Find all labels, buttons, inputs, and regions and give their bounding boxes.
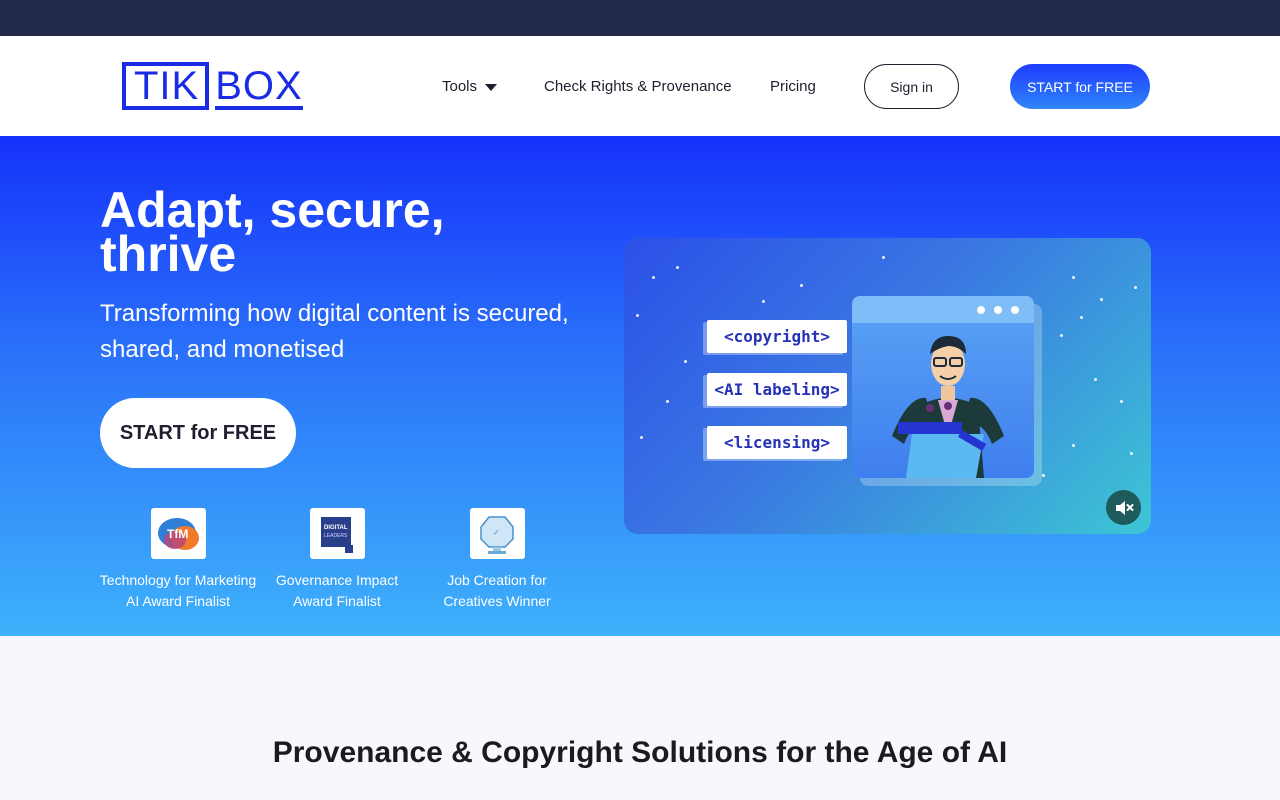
caret-down-icon — [485, 83, 498, 91]
tag-ai-labeling: <AI labeling> — [707, 373, 847, 406]
nav-start-free-button[interactable]: START for FREE — [1010, 64, 1150, 109]
logo-box: TIK — [122, 62, 210, 110]
promo-video[interactable]: <copyright> <AI labeling> <licensing> — [624, 238, 1151, 534]
mute-icon — [1115, 500, 1133, 515]
award-label: Job Creation for Creatives Winner — [443, 572, 551, 609]
sign-in-button[interactable]: Sign in — [864, 64, 959, 109]
nav-tools-label: Tools — [442, 77, 478, 95]
award-digital-leaders: DIGITAL LEADERS Governance Impact Award … — [257, 508, 417, 612]
logo-text-right: BOX — [215, 64, 303, 110]
tag-licensing: <licensing> — [707, 426, 847, 459]
trophy-icon: ✓ — [469, 508, 525, 559]
mute-button[interactable] — [1106, 490, 1141, 525]
award-tfm: TfM Technology for Marketing AI Award Fi… — [98, 508, 258, 612]
hero-title: Adapt, secure, thrive — [100, 182, 445, 282]
nav-tools-menu[interactable]: Tools — [442, 36, 498, 136]
tikbox-logo[interactable]: TIK BOX — [122, 62, 303, 110]
svg-text:TfM: TfM — [167, 527, 188, 541]
hero-start-free-button[interactable]: START for FREE — [100, 398, 296, 468]
award-job-creation: ✓ Job Creation for Creatives Winner — [417, 508, 577, 612]
logo-text-left: TIK — [134, 64, 200, 108]
presenter-illustration — [892, 336, 1004, 478]
nav-pricing-link[interactable]: Pricing — [770, 36, 816, 136]
navbar: TIK BOX Tools Check Rights & Provenance … — [0, 36, 1280, 136]
video-browser-window — [852, 296, 1034, 478]
section-title: Provenance & Copyright Solutions for the… — [272, 736, 1008, 769]
top-announcement-bar — [0, 0, 1280, 36]
tag-copyright: <copyright> — [707, 320, 847, 353]
nav-pricing-label: Pricing — [770, 77, 816, 95]
nav-check-rights-label: Check Rights & Provenance — [544, 77, 732, 95]
tfm-award-icon: TfM — [150, 508, 206, 559]
svg-text:DIGITAL: DIGITAL — [324, 525, 348, 531]
svg-text:✓: ✓ — [493, 528, 500, 537]
award-label: Governance Impact Award Finalist — [275, 572, 399, 609]
svg-text:LEADERS: LEADERS — [324, 533, 348, 539]
digital-leaders-icon: DIGITAL LEADERS — [309, 508, 365, 559]
nav-check-rights-link[interactable]: Check Rights & Provenance — [544, 36, 732, 136]
hero-subtitle: Transforming how digital content is secu… — [100, 300, 569, 363]
award-label: Technology for Marketing AI Award Finali… — [99, 572, 257, 609]
hero-section: Adapt, secure, thrive Transforming how d… — [0, 136, 1280, 636]
